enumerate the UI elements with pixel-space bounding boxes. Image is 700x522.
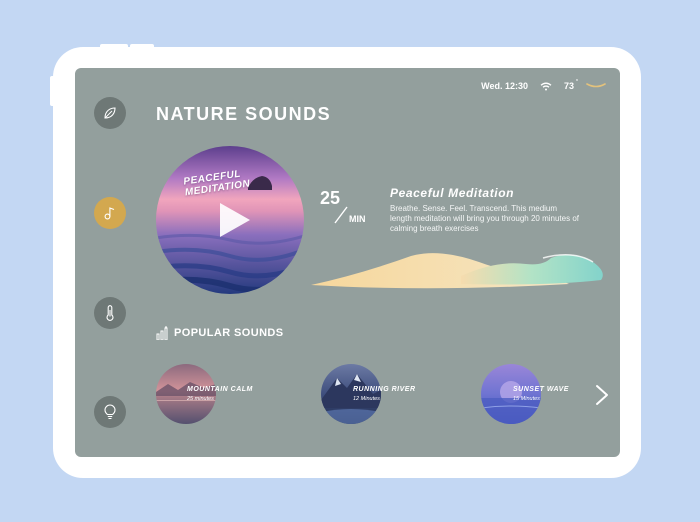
- sunset-wave-image: [481, 364, 541, 424]
- running-river-image: [321, 364, 381, 424]
- chart-bars-icon: [156, 326, 168, 340]
- card-duration-sunset-wave: 15 Minutes: [513, 396, 540, 402]
- hills-illustration: [311, 253, 603, 289]
- featured-title: Peaceful Meditation: [390, 186, 515, 200]
- chevron-right-icon[interactable]: [595, 384, 609, 406]
- popular-sounds-heading: POPULAR SOUNDS: [156, 326, 284, 340]
- sidebar-item-temperature[interactable]: [94, 297, 126, 329]
- status-bar: Wed. 12:30 73 °: [481, 78, 606, 94]
- mountain-calm-image: [156, 364, 216, 424]
- sound-card-sunset-wave[interactable]: [481, 364, 541, 424]
- card-duration-running-river: 12 Minutes: [353, 396, 380, 402]
- app-screen: Wed. 12:30 73 ° NATURE SOUNDS PEACEFUL M…: [75, 68, 620, 457]
- card-title-mountain-calm: MOUNTAIN CALM: [187, 386, 253, 393]
- wifi-icon: [540, 82, 552, 91]
- featured-description: Breathe. Sense. Feel. Transcend. This me…: [390, 204, 579, 233]
- card-title-running-river: RUNNING RIVER: [353, 386, 416, 393]
- temperature: 73 °: [563, 79, 578, 91]
- sidebar-item-lights[interactable]: [94, 396, 126, 428]
- sound-card-running-river[interactable]: [321, 364, 381, 424]
- sound-card-mountain-calm[interactable]: [156, 364, 216, 424]
- featured-image[interactable]: PEACEFUL MEDITATION: [156, 146, 304, 294]
- lightbulb-icon: [104, 404, 116, 420]
- leaf-icon: [104, 107, 116, 119]
- datetime: Wed. 12:30: [481, 81, 528, 91]
- sidebar-item-sounds[interactable]: [94, 197, 126, 229]
- card-duration-mountain-calm: 25 minutes: [187, 396, 214, 402]
- play-icon[interactable]: [218, 201, 252, 239]
- duration-divider: [334, 206, 348, 224]
- music-note-icon: [104, 207, 115, 220]
- popular-sounds-title: POPULAR SOUNDS: [174, 327, 284, 339]
- sidebar-item-nature[interactable]: [94, 97, 126, 129]
- battery-icon: [586, 82, 606, 90]
- duration-unit: MIN: [349, 214, 366, 224]
- thermometer-icon: [106, 305, 114, 321]
- page-title: NATURE SOUNDS: [156, 104, 332, 124]
- card-title-sunset-wave: SUNSET WAVE: [513, 386, 569, 393]
